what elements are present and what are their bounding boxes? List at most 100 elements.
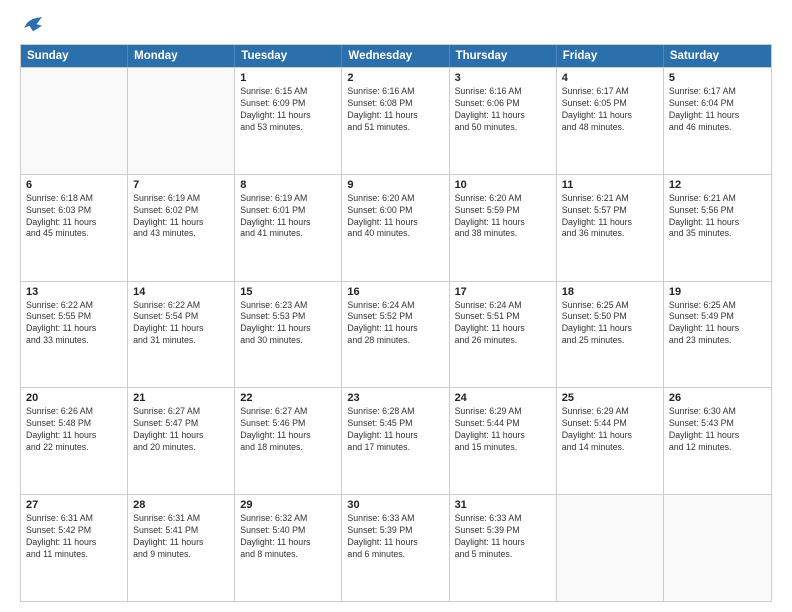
cell-line: Daylight: 11 hours bbox=[133, 430, 229, 442]
cell-line: and 20 minutes. bbox=[133, 442, 229, 454]
cell-line: Daylight: 11 hours bbox=[26, 323, 122, 335]
day-number: 17 bbox=[455, 286, 551, 298]
cell-line: Sunrise: 6:27 AM bbox=[133, 406, 229, 418]
cal-cell-4: 4Sunrise: 6:17 AMSunset: 6:05 PMDaylight… bbox=[557, 68, 664, 174]
logo bbox=[20, 16, 42, 34]
header bbox=[20, 16, 772, 34]
cell-line: Daylight: 11 hours bbox=[240, 323, 336, 335]
cal-cell-6: 6Sunrise: 6:18 AMSunset: 6:03 PMDaylight… bbox=[21, 175, 128, 281]
cell-line: Sunrise: 6:21 AM bbox=[669, 193, 766, 205]
cell-line: Daylight: 11 hours bbox=[347, 537, 443, 549]
cell-line: Sunset: 6:02 PM bbox=[133, 205, 229, 217]
day-number: 21 bbox=[133, 392, 229, 404]
cell-line: Sunrise: 6:31 AM bbox=[133, 513, 229, 525]
cell-line: and 25 minutes. bbox=[562, 335, 658, 347]
cell-line: Daylight: 11 hours bbox=[562, 110, 658, 122]
cal-cell-13: 13Sunrise: 6:22 AMSunset: 5:55 PMDayligh… bbox=[21, 282, 128, 388]
calendar-header: SundayMondayTuesdayWednesdayThursdayFrid… bbox=[21, 45, 771, 67]
cell-line: and 6 minutes. bbox=[347, 549, 443, 561]
cell-line: and 28 minutes. bbox=[347, 335, 443, 347]
cell-line: Sunset: 6:03 PM bbox=[26, 205, 122, 217]
day-number: 16 bbox=[347, 286, 443, 298]
day-number: 3 bbox=[455, 72, 551, 84]
cal-cell-2: 2Sunrise: 6:16 AMSunset: 6:08 PMDaylight… bbox=[342, 68, 449, 174]
cell-line: Daylight: 11 hours bbox=[562, 217, 658, 229]
cal-cell-8: 8Sunrise: 6:19 AMSunset: 6:01 PMDaylight… bbox=[235, 175, 342, 281]
cell-line: Daylight: 11 hours bbox=[347, 217, 443, 229]
cal-cell-7: 7Sunrise: 6:19 AMSunset: 6:02 PMDaylight… bbox=[128, 175, 235, 281]
cell-line: Sunset: 5:49 PM bbox=[669, 311, 766, 323]
cal-cell-10: 10Sunrise: 6:20 AMSunset: 5:59 PMDayligh… bbox=[450, 175, 557, 281]
cell-line: Daylight: 11 hours bbox=[26, 217, 122, 229]
cell-line: and 9 minutes. bbox=[133, 549, 229, 561]
cell-line: Daylight: 11 hours bbox=[669, 217, 766, 229]
cell-line: and 11 minutes. bbox=[26, 549, 122, 561]
cell-line: Sunset: 5:59 PM bbox=[455, 205, 551, 217]
cell-line: Sunrise: 6:23 AM bbox=[240, 300, 336, 312]
cal-cell-21: 21 Sunrise: 6:27 AMSunset: 5:47 PMDayligh… bbox=[128, 388, 235, 494]
cell-line: and 15 minutes. bbox=[455, 442, 551, 454]
day-number: 15 bbox=[240, 286, 336, 298]
cell-line: Daylight: 11 hours bbox=[562, 430, 658, 442]
cell-line: Sunrise: 6:22 AM bbox=[26, 300, 122, 312]
header-day-sunday: Sunday bbox=[21, 45, 128, 67]
cell-line: Sunset: 5:48 PM bbox=[26, 418, 122, 430]
cell-line: Daylight: 11 hours bbox=[133, 323, 229, 335]
cell-line: Sunset: 5:56 PM bbox=[669, 205, 766, 217]
week-row-5: 27Sunrise: 6:31 AMSunset: 5:42 PMDayligh… bbox=[21, 494, 771, 601]
cell-line: Sunrise: 6:26 AM bbox=[26, 406, 122, 418]
day-number: 11 bbox=[562, 179, 658, 191]
cell-line: Sunrise: 6:30 AM bbox=[669, 406, 766, 418]
cell-line: Sunset: 5:54 PM bbox=[133, 311, 229, 323]
cal-cell-29: 29Sunrise: 6:32 AMSunset: 5:40 PMDayligh… bbox=[235, 495, 342, 601]
cell-line: Sunrise: 6:21 AM bbox=[562, 193, 658, 205]
cell-line: Sunset: 6:00 PM bbox=[347, 205, 443, 217]
cal-cell-27: 27Sunrise: 6:31 AMSunset: 5:42 PMDayligh… bbox=[21, 495, 128, 601]
day-number: 6 bbox=[26, 179, 122, 191]
cal-cell-30: 30Sunrise: 6:33 AMSunset: 5:39 PMDayligh… bbox=[342, 495, 449, 601]
cal-cell-1: 1Sunrise: 6:15 AMSunset: 6:09 PMDaylight… bbox=[235, 68, 342, 174]
cell-line: Sunrise: 6:24 AM bbox=[455, 300, 551, 312]
cell-line: Sunset: 5:47 PM bbox=[133, 418, 229, 430]
cell-line: Sunrise: 6:29 AM bbox=[455, 406, 551, 418]
cell-line: Sunset: 5:55 PM bbox=[26, 311, 122, 323]
header-day-saturday: Saturday bbox=[664, 45, 771, 67]
cell-line: Sunrise: 6:29 AM bbox=[562, 406, 658, 418]
cell-line: Sunset: 6:04 PM bbox=[669, 98, 766, 110]
header-day-tuesday: Tuesday bbox=[235, 45, 342, 67]
day-number: 29 bbox=[240, 499, 336, 511]
cell-line: and 40 minutes. bbox=[347, 228, 443, 240]
calendar-body: 1Sunrise: 6:15 AMSunset: 6:09 PMDaylight… bbox=[21, 67, 771, 601]
day-number: 26 bbox=[669, 392, 766, 404]
cell-line: Sunset: 5:52 PM bbox=[347, 311, 443, 323]
cell-line: and 17 minutes. bbox=[347, 442, 443, 454]
cal-cell-empty-w4c6 bbox=[664, 495, 771, 601]
cell-line: Daylight: 11 hours bbox=[26, 537, 122, 549]
cell-line: Sunrise: 6:28 AM bbox=[347, 406, 443, 418]
cell-line: Daylight: 11 hours bbox=[455, 217, 551, 229]
day-number: 1 bbox=[240, 72, 336, 84]
day-number: 10 bbox=[455, 179, 551, 191]
cell-line: Sunset: 5:46 PM bbox=[240, 418, 336, 430]
cal-cell-11: 11Sunrise: 6:21 AMSunset: 5:57 PMDayligh… bbox=[557, 175, 664, 281]
cell-line: Sunrise: 6:16 AM bbox=[347, 86, 443, 98]
header-day-monday: Monday bbox=[128, 45, 235, 67]
cell-line: Sunrise: 6:19 AM bbox=[240, 193, 336, 205]
cal-cell-15: 15Sunrise: 6:23 AMSunset: 5:53 PMDayligh… bbox=[235, 282, 342, 388]
cell-line: Sunrise: 6:27 AM bbox=[240, 406, 336, 418]
cell-line: and 33 minutes. bbox=[26, 335, 122, 347]
day-number: 14 bbox=[133, 286, 229, 298]
cal-cell-18: 18Sunrise: 6:25 AMSunset: 5:50 PMDayligh… bbox=[557, 282, 664, 388]
page: SundayMondayTuesdayWednesdayThursdayFrid… bbox=[0, 0, 792, 612]
header-day-thursday: Thursday bbox=[450, 45, 557, 67]
cell-line: Daylight: 11 hours bbox=[240, 537, 336, 549]
day-number: 2 bbox=[347, 72, 443, 84]
week-row-4: 20Sunrise: 6:26 AMSunset: 5:48 PMDayligh… bbox=[21, 387, 771, 494]
cell-line: and 22 minutes. bbox=[26, 442, 122, 454]
cell-line: Daylight: 11 hours bbox=[347, 110, 443, 122]
cal-cell-26: 26Sunrise: 6:30 AMSunset: 5:43 PMDayligh… bbox=[664, 388, 771, 494]
cell-line: Daylight: 11 hours bbox=[455, 430, 551, 442]
cell-line: and 48 minutes. bbox=[562, 122, 658, 134]
cell-line: Daylight: 11 hours bbox=[26, 430, 122, 442]
cell-line: Daylight: 11 hours bbox=[133, 217, 229, 229]
